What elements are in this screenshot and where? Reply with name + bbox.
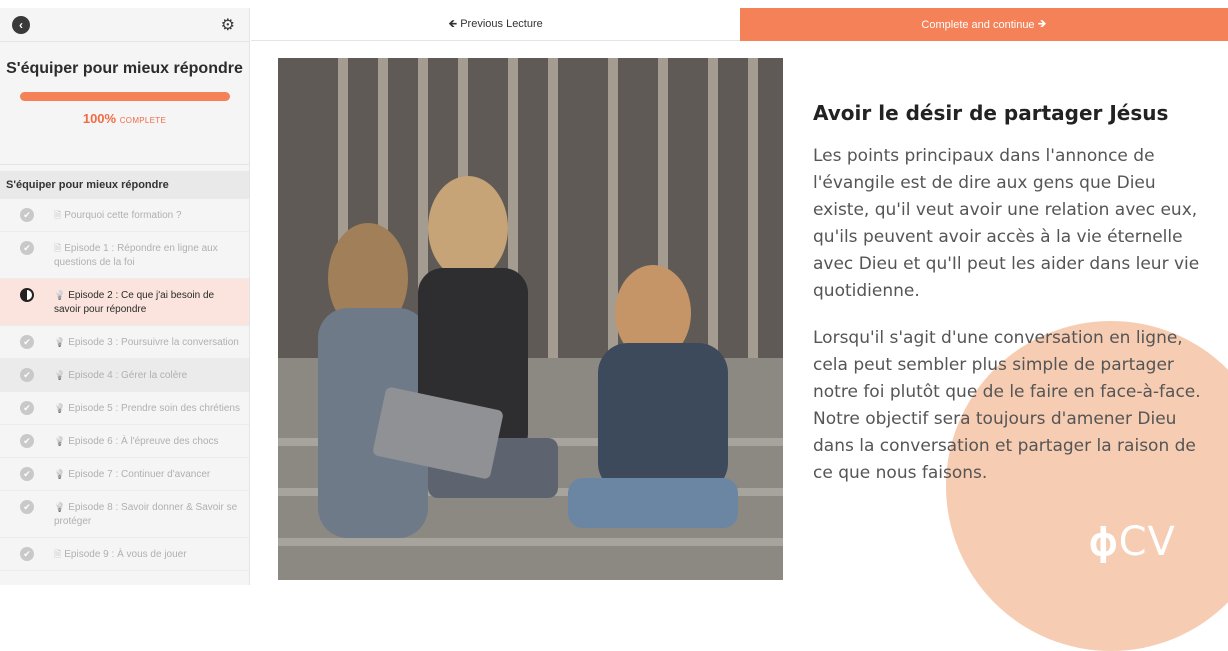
lecture-label: Episode 2 : Ce que j'ai besoin de savoir…: [54, 290, 215, 315]
check-circle-icon: ✔: [20, 547, 34, 561]
lecture-label: Episode 1 : Répondre en ligne aux questi…: [54, 243, 218, 268]
lecture-item[interactable]: ✔ 🗎 Episode 1 : Répondre en ligne aux ques…: [0, 232, 249, 279]
lecture-item[interactable]: 💡 Episode 2 : Ce que j'ai besoin de savoi…: [0, 279, 249, 326]
arrow-left-icon: 🡸: [448, 17, 461, 30]
lecture-label: Episode 6 : À l'épreuve des chocs: [68, 436, 219, 447]
course-sidebar: ‹ ⚙ S'équiper pour mieux répondre 100% C…: [0, 8, 250, 585]
in-progress-icon: [20, 288, 34, 302]
lightbulb-icon: 💡: [54, 469, 66, 479]
doc-icon: 🗎: [54, 243, 62, 253]
check-circle-icon: ✔: [20, 401, 34, 415]
course-title: S'équiper pour mieux répondre: [6, 60, 243, 77]
cv-logo-text: CV: [1118, 519, 1176, 565]
lightbulb-icon: 💡: [54, 337, 66, 347]
lecture-label-wrap: 💡 Episode 3 : Poursuivre la conversation: [54, 335, 239, 350]
lecture-label-wrap: 💡 Episode 5 : Prendre soin des chrétiens: [54, 401, 240, 416]
lecture-text: Avoir le désir de partager Jésus Les poi…: [813, 101, 1203, 487]
lightbulb-icon: 💡: [54, 502, 66, 512]
lecture-navbar: 🡸 Previous Lecture Complete and continue…: [251, 8, 1228, 41]
lecture-item[interactable]: ✔ 💡 Episode 4 : Gérer la colère: [0, 359, 249, 392]
lecture-label-wrap: 💡 Episode 4 : Gérer la colère: [54, 368, 187, 383]
arrow-right-icon: 🡺: [1034, 18, 1047, 30]
lightbulb-icon: 💡: [54, 436, 66, 446]
check-circle-icon: ✔: [20, 467, 34, 481]
lecture-photo: [278, 58, 783, 580]
lecture-label: Episode 7 : Continuer d'avancer: [68, 469, 211, 480]
check-circle-icon: ✔: [20, 208, 34, 222]
check-circle-icon: ✔: [20, 368, 34, 382]
lecture-label: Episode 3 : Poursuivre la conversation: [68, 337, 239, 348]
gear-icon[interactable]: ⚙: [221, 15, 235, 35]
lecture-item[interactable]: ✔ 💡 Episode 7 : Continuer d'avancer: [0, 458, 249, 491]
lecture-heading: Avoir le désir de partager Jésus: [813, 101, 1169, 125]
progress-text: 100% COMPLETE: [0, 111, 249, 126]
lecture-label: Episode 9 : À vous de jouer: [64, 549, 187, 560]
lightbulb-icon: 💡: [54, 403, 66, 413]
lecture-label: Episode 5 : Prendre soin des chrétiens: [68, 403, 240, 414]
lecture-content: Avoir le désir de partager Jésus Les poi…: [251, 41, 1228, 651]
lecture-item[interactable]: ✔ 🗎 Episode 9 : À vous de jouer: [0, 538, 249, 571]
lecture-item[interactable]: ✔ 🗎 Pourquoi cette formation ?: [0, 199, 249, 232]
photo-illustration: [278, 58, 783, 580]
complete-continue-button[interactable]: Complete and continue 🡺: [740, 8, 1228, 41]
back-icon[interactable]: ‹: [12, 15, 30, 34]
section-title: S'équiper pour mieux répondre: [0, 171, 249, 199]
progress-bar: [19, 92, 230, 101]
lecture-label-wrap: 🗎 Episode 1 : Répondre en ligne aux quest…: [54, 241, 241, 270]
progress-label: COMPLETE: [119, 116, 167, 125]
lecture-label: Pourquoi cette formation ?: [64, 210, 182, 221]
sidebar-toolbar: ‹ ⚙: [0, 8, 249, 42]
cv-logo: 𝛟CV: [1089, 519, 1176, 565]
previous-lecture-button[interactable]: 🡸 Previous Lecture: [251, 8, 740, 41]
complete-continue-label: Complete and continue: [921, 18, 1035, 31]
check-circle-icon: ✔: [20, 500, 34, 514]
lecture-paragraph-2: Lorsqu'il s'agit d'une conversation en l…: [813, 328, 1201, 483]
cv-logo-mark-icon: 𝛟: [1089, 519, 1119, 565]
check-circle-icon: ✔: [20, 241, 34, 255]
lightbulb-icon: 💡: [54, 290, 66, 300]
lecture-label-wrap: 💡 Episode 2 : Ce que j'ai besoin de savoi…: [54, 288, 241, 317]
previous-lecture-label: Previous Lecture: [460, 18, 543, 30]
top-strip: [0, 0, 1228, 8]
progress-percent: 100%: [82, 111, 117, 126]
lightbulb-icon: 💡: [54, 370, 66, 380]
lecture-item[interactable]: ✔ 💡 Episode 3 : Poursuivre la conversation: [0, 326, 249, 359]
lecture-item[interactable]: ✔ 💡 Episode 8 : Savoir donner & Savoir se …: [0, 491, 249, 538]
doc-icon: 🗎: [54, 210, 62, 220]
lecture-item[interactable]: ✔ 💡 Episode 5 : Prendre soin des chrétiens: [0, 392, 249, 425]
course-header: S'équiper pour mieux répondre 100% COMPL…: [0, 42, 249, 165]
lecture-label-wrap: 🗎 Pourquoi cette formation ?: [54, 208, 182, 223]
lecture-item[interactable]: ✔ 💡 Episode 6 : À l'épreuve des chocs: [0, 425, 249, 458]
check-circle-icon: ✔: [20, 335, 34, 349]
check-circle-icon: ✔: [20, 434, 34, 448]
lecture-label-wrap: 💡 Episode 6 : À l'épreuve des chocs: [54, 434, 219, 449]
lecture-label-wrap: 💡 Episode 7 : Continuer d'avancer: [54, 467, 210, 482]
lecture-paragraph-1: Les points principaux dans l'annonce de …: [813, 146, 1200, 301]
lecture-label-wrap: 💡 Episode 8 : Savoir donner & Savoir se p…: [54, 500, 241, 529]
lecture-label: Episode 8 : Savoir donner & Savoir se pr…: [54, 502, 238, 527]
lecture-label: Episode 4 : Gérer la colère: [68, 370, 188, 381]
lecture-list: ✔ 🗎 Pourquoi cette formation ? ✔ 🗎 Episode 1 …: [0, 199, 249, 571]
doc-icon: 🗎: [54, 549, 62, 559]
lecture-label-wrap: 🗎 Episode 9 : À vous de jouer: [54, 547, 187, 562]
